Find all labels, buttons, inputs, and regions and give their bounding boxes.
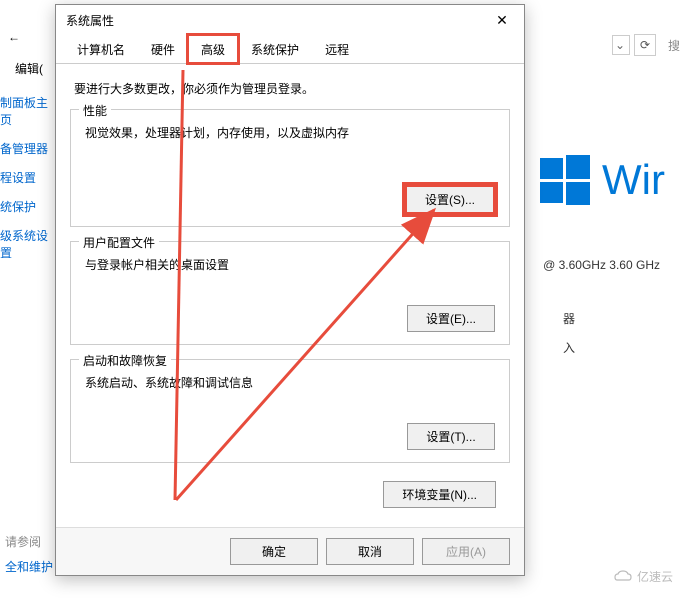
close-icon[interactable]: ✕	[486, 8, 518, 32]
dialog-titlebar: 系统属性 ✕	[56, 5, 524, 35]
path-dropdown[interactable]: ⌄	[612, 35, 630, 55]
tab-strip: 计算机名 硬件 高级 系统保护 远程	[56, 35, 524, 64]
windows-logo-area: Wir	[540, 155, 665, 205]
startup-settings-button[interactable]: 设置(T)...	[407, 423, 495, 450]
startup-desc: 系统启动、系统故障和调试信息	[85, 374, 495, 391]
watermark: 亿速云	[613, 568, 673, 585]
windows-text: Wir	[602, 156, 665, 204]
startup-title: 启动和故障恢复	[79, 352, 171, 369]
cpu-frequency: @ 3.60GHz 3.60 GHz	[543, 258, 660, 272]
userprofile-settings-button[interactable]: 设置(E)...	[407, 305, 495, 332]
apply-button: 应用(A)	[422, 538, 510, 565]
tab-remote[interactable]: 远程	[312, 35, 362, 63]
performance-settings-button[interactable]: 设置(S)...	[405, 185, 495, 214]
performance-desc: 视觉效果，处理器计划，内存使用，以及虚拟内存	[85, 124, 495, 141]
tab-advanced[interactable]: 高级	[188, 35, 238, 63]
refresh-icon[interactable]: ⟳	[634, 34, 656, 56]
security-maintenance-link[interactable]: 全和维护	[5, 554, 53, 579]
sidebar-link-remote-settings[interactable]: 程设置	[0, 163, 55, 192]
sidebar-link-device-manager[interactable]: 备管理器	[0, 134, 55, 163]
sidebar-link-advanced[interactable]: 级系统设置	[0, 221, 55, 267]
system-properties-dialog: 系统属性 ✕ 计算机名 硬件 高级 系统保护 远程 要进行大多数更改，你必须作为…	[55, 4, 525, 576]
bottom-links: 请参阅 全和维护	[5, 529, 53, 579]
nav-back-icon: ←	[8, 30, 20, 44]
address-bar-right: ⌄ ⟳ 搜	[612, 34, 680, 56]
userprofile-group: 用户配置文件 与登录帐户相关的桌面设置 设置(E)...	[70, 241, 510, 345]
sidebar-link-system-protection[interactable]: 统保护	[0, 192, 55, 221]
tab-computer-name[interactable]: 计算机名	[64, 35, 138, 63]
sidebar: 制面板主页 备管理器 程设置 统保护 级系统设置	[0, 88, 55, 267]
edit-menu-label: 编辑(	[15, 60, 43, 77]
tab-system-protection[interactable]: 系统保护	[238, 35, 312, 63]
performance-title: 性能	[79, 102, 111, 119]
userprofile-title: 用户配置文件	[79, 234, 159, 251]
startup-group: 启动和故障恢复 系统启动、系统故障和调试信息 设置(T)...	[70, 359, 510, 463]
performance-group: 性能 视觉效果，处理器计划，内存使用，以及虚拟内存 设置(S)...	[70, 109, 510, 227]
see-also-link[interactable]: 请参阅	[5, 529, 53, 554]
sidebar-link-home[interactable]: 制面板主页	[0, 88, 55, 134]
dialog-title: 系统属性	[66, 12, 114, 29]
bg-info-block: 器 入	[563, 310, 575, 356]
userprofile-desc: 与登录帐户相关的桌面设置	[85, 256, 495, 273]
admin-required-text: 要进行大多数更改，你必须作为管理员登录。	[74, 80, 506, 97]
dialog-actions: 确定 取消 应用(A)	[56, 527, 524, 575]
search-input[interactable]: 搜	[668, 37, 680, 54]
bg-info-1: 器	[563, 310, 575, 327]
bg-info-2: 入	[563, 339, 575, 356]
ok-button[interactable]: 确定	[230, 538, 318, 565]
tab-hardware[interactable]: 硬件	[138, 35, 188, 63]
cancel-button[interactable]: 取消	[326, 538, 414, 565]
environment-variables-button[interactable]: 环境变量(N)...	[383, 481, 496, 508]
windows-logo-icon	[540, 155, 590, 205]
tab-content-advanced: 要进行大多数更改，你必须作为管理员登录。 性能 视觉效果，处理器计划，内存使用，…	[56, 64, 524, 534]
